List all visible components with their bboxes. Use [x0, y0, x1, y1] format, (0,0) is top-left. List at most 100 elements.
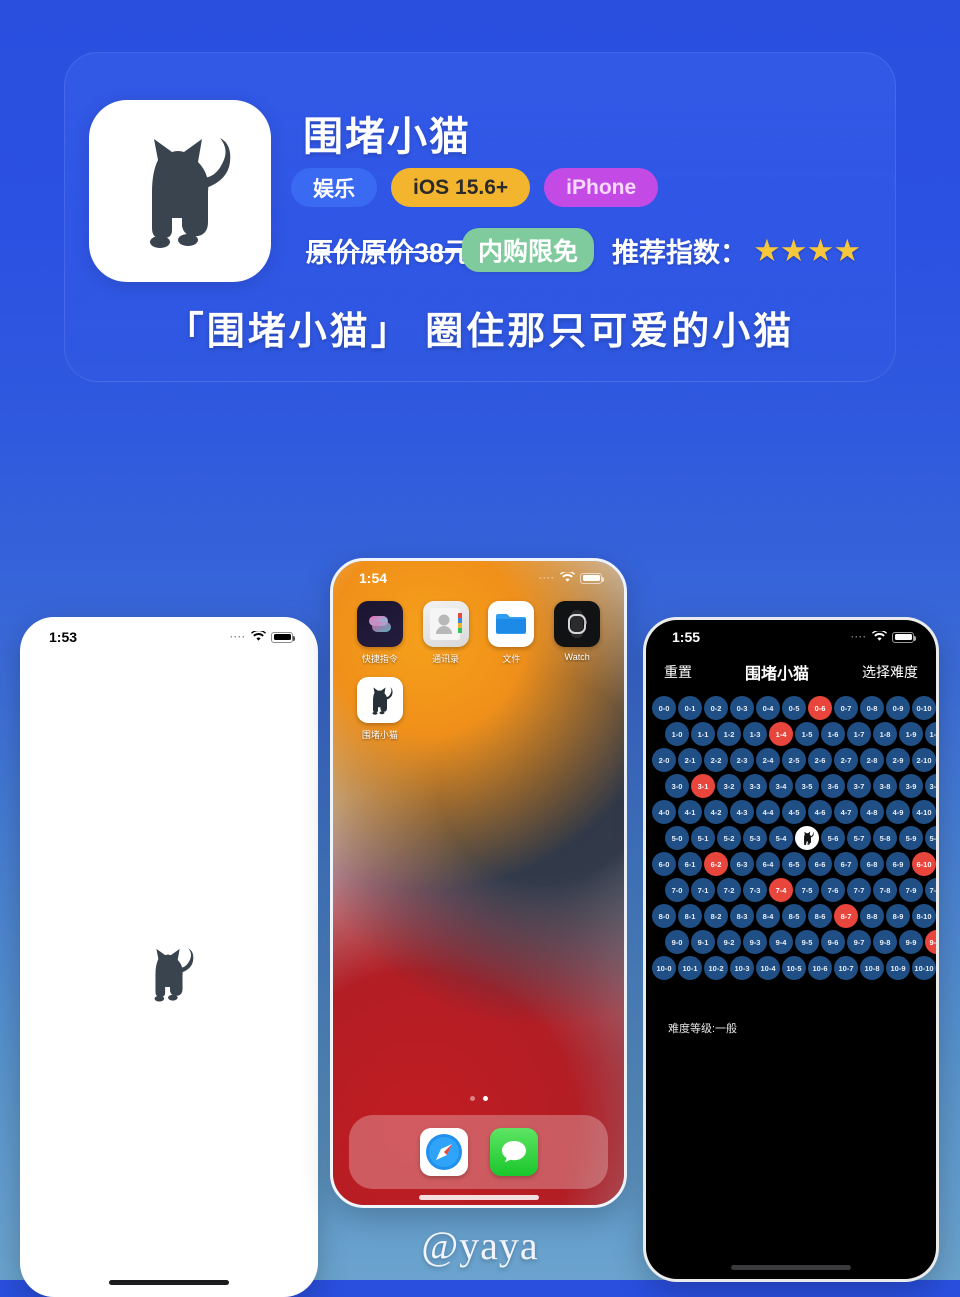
board-cell[interactable]: 5-6	[821, 826, 845, 850]
board-cell[interactable]: 8-1	[678, 904, 702, 928]
page-dot-active[interactable]	[482, 1096, 488, 1101]
board-cell[interactable]: 4-10	[912, 800, 936, 824]
board-cell-blocked[interactable]: 9-10	[925, 930, 936, 954]
board-cell[interactable]: 2-9	[886, 748, 910, 772]
board-cell[interactable]: 10-7	[834, 956, 858, 980]
board-cell[interactable]: 9-2	[717, 930, 741, 954]
board-cell[interactable]: 9-8	[873, 930, 897, 954]
board-cell[interactable]: 4-2	[704, 800, 728, 824]
board-cell[interactable]: 4-1	[678, 800, 702, 824]
board-cell[interactable]: 1-10	[925, 722, 936, 746]
board-cell[interactable]: 3-4	[769, 774, 793, 798]
board-cell[interactable]: 2-6	[808, 748, 832, 772]
board-cell[interactable]: 5-7	[847, 826, 871, 850]
board-cell[interactable]: 0-0	[652, 696, 676, 720]
board-cell[interactable]: 5-9	[899, 826, 923, 850]
board-cell[interactable]: 10-5	[782, 956, 806, 980]
board-cell[interactable]: 8-2	[704, 904, 728, 928]
board-cell[interactable]: 10-6	[808, 956, 832, 980]
board-cell[interactable]: 1-2	[717, 722, 741, 746]
board-cell[interactable]: 6-4	[756, 852, 780, 876]
board-cell[interactable]: 3-8	[873, 774, 897, 798]
board-cell[interactable]: 3-5	[795, 774, 819, 798]
board-cell[interactable]: 0-4	[756, 696, 780, 720]
board-cell-blocked[interactable]: 3-1	[691, 774, 715, 798]
board-cell[interactable]: 3-9	[899, 774, 923, 798]
board-cell[interactable]: 7-1	[691, 878, 715, 902]
board-cell[interactable]: 9-6	[821, 930, 845, 954]
board-cell[interactable]: 6-7	[834, 852, 858, 876]
select-difficulty-button[interactable]: 选择难度	[862, 662, 918, 682]
board-cell[interactable]: 9-4	[769, 930, 793, 954]
safari-icon[interactable]	[419, 1128, 468, 1176]
board-cell[interactable]: 8-8	[860, 904, 884, 928]
board-cell-blocked[interactable]: 6-10	[912, 852, 936, 876]
board-cell[interactable]: 7-8	[873, 878, 897, 902]
board-cell[interactable]: 1-7	[847, 722, 871, 746]
board-cell[interactable]: 7-9	[899, 878, 923, 902]
board-cell[interactable]: 1-1	[691, 722, 715, 746]
page-dots[interactable]	[333, 1096, 624, 1101]
board-cell[interactable]: 2-3	[730, 748, 754, 772]
board-cell-blocked[interactable]: 0-6	[808, 696, 832, 720]
board-cell-blocked[interactable]: 7-4	[769, 878, 793, 902]
board-cell[interactable]: 8-3	[730, 904, 754, 928]
app-cat-game[interactable]: 围堵小猫	[347, 677, 413, 741]
board-cell[interactable]: 1-8	[873, 722, 897, 746]
app-watch[interactable]: Watch	[544, 601, 610, 665]
board-cell[interactable]: 7-2	[717, 878, 741, 902]
board-cell[interactable]: 3-7	[847, 774, 871, 798]
board-cell[interactable]: 4-4	[756, 800, 780, 824]
board-cell[interactable]: 1-5	[795, 722, 819, 746]
board-cell[interactable]: 1-0	[665, 722, 689, 746]
board-cell[interactable]: 5-1	[691, 826, 715, 850]
board-cell[interactable]: 1-9	[899, 722, 923, 746]
board-cell[interactable]: 0-10	[912, 696, 936, 720]
board-cell-cat[interactable]	[795, 826, 819, 850]
board-cell[interactable]: 6-3	[730, 852, 754, 876]
page-dot[interactable]	[469, 1096, 475, 1101]
board-cell[interactable]: 3-6	[821, 774, 845, 798]
board-cell[interactable]: 3-2	[717, 774, 741, 798]
board-cell[interactable]: 10-1	[678, 956, 702, 980]
board-cell[interactable]: 8-6	[808, 904, 832, 928]
board-cell[interactable]: 5-0	[665, 826, 689, 850]
board-cell-blocked[interactable]: 1-4	[769, 722, 793, 746]
reset-button[interactable]: 重置	[664, 662, 692, 682]
board-cell[interactable]: 4-0	[652, 800, 676, 824]
board-cell-blocked[interactable]: 6-2	[704, 852, 728, 876]
board-cell[interactable]: 6-1	[678, 852, 702, 876]
board-cell[interactable]: 7-3	[743, 878, 767, 902]
board-cell[interactable]: 2-1	[678, 748, 702, 772]
board-cell[interactable]: 10-9	[886, 956, 910, 980]
board-cell[interactable]: 3-10	[925, 774, 936, 798]
app-shortcuts[interactable]: 快捷指令	[347, 601, 413, 665]
board-cell[interactable]: 7-7	[847, 878, 871, 902]
board-cell[interactable]: 2-0	[652, 748, 676, 772]
board-cell[interactable]: 8-5	[782, 904, 806, 928]
board-cell-blocked[interactable]: 8-7	[834, 904, 858, 928]
board-cell[interactable]: 6-9	[886, 852, 910, 876]
board-cell[interactable]: 2-2	[704, 748, 728, 772]
board-cell[interactable]: 6-6	[808, 852, 832, 876]
board-cell[interactable]: 3-3	[743, 774, 767, 798]
board-cell[interactable]: 10-0	[652, 956, 676, 980]
board-cell[interactable]: 0-1	[678, 696, 702, 720]
board-cell[interactable]: 4-5	[782, 800, 806, 824]
board-cell[interactable]: 1-6	[821, 722, 845, 746]
messages-icon[interactable]	[489, 1128, 538, 1176]
board-cell[interactable]: 4-9	[886, 800, 910, 824]
board-cell[interactable]: 5-3	[743, 826, 767, 850]
board-cell[interactable]: 2-4	[756, 748, 780, 772]
board-cell[interactable]: 0-9	[886, 696, 910, 720]
board-cell[interactable]: 10-10	[912, 956, 936, 980]
board-cell[interactable]: 5-2	[717, 826, 741, 850]
board-cell[interactable]: 10-2	[704, 956, 728, 980]
board-cell[interactable]: 6-0	[652, 852, 676, 876]
board-cell[interactable]: 0-3	[730, 696, 754, 720]
board-cell[interactable]: 4-3	[730, 800, 754, 824]
board-cell[interactable]: 6-8	[860, 852, 884, 876]
board-cell[interactable]: 2-10	[912, 748, 936, 772]
board-cell[interactable]: 0-8	[860, 696, 884, 720]
board-cell[interactable]: 5-4	[769, 826, 793, 850]
